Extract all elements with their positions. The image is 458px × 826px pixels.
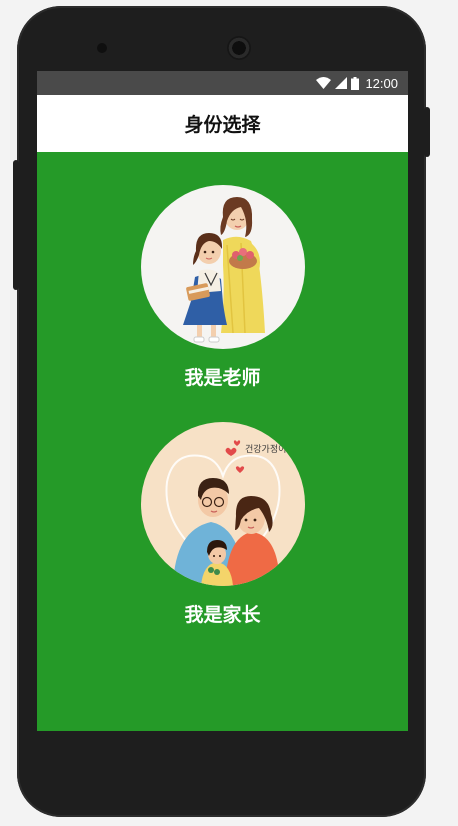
proximity-sensor [97,43,107,53]
parent-avatar[interactable]: 건강가정이 좋 [140,422,305,586]
teacher-student-illustration [140,185,305,349]
front-camera [227,36,251,60]
teacher-avatar[interactable] [140,185,305,349]
parent-child-illustration: 건강가정이 좋 [140,422,305,586]
app-screen: 12:00 身份选择 我是老师 건강가정이 좋 我是家长 [37,71,408,731]
signal-icon [335,77,348,89]
volume-button [13,160,19,290]
parent-role-option[interactable]: 건강가정이 좋 我是家长 [37,422,408,627]
page-title: 身份选择 [184,114,261,136]
status-bar: 12:00 [37,71,408,95]
status-time: 12:00 [365,75,398,91]
teacher-role-option[interactable]: 我是老师 [37,185,408,390]
parent-role-label[interactable]: 我是家长 [184,600,260,627]
power-button [424,107,430,157]
app-bar: 身份选择 [37,95,408,152]
battery-icon [351,76,360,90]
wifi-icon [316,77,332,89]
teacher-role-label[interactable]: 我是老师 [184,363,260,390]
illustration-korean-text: 건강가정이 좋 [245,444,298,455]
